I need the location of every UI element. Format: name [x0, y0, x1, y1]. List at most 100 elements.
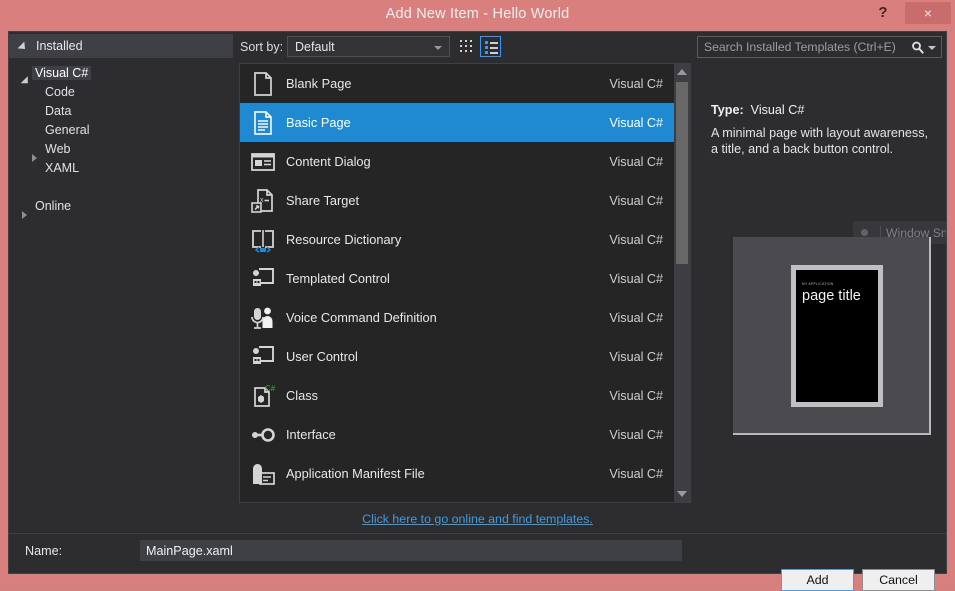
class-icon: C#	[240, 376, 286, 415]
template-name: Application Manifest File	[286, 466, 609, 481]
tree-item-label: XAML	[42, 161, 82, 175]
template-row[interactable]: Voice Command DefinitionVisual C#	[240, 298, 674, 337]
template-language: Visual C#	[609, 311, 674, 325]
template-language: Visual C#	[609, 77, 674, 91]
template-row[interactable]: Templated ControlVisual C#	[240, 259, 674, 298]
add-button[interactable]: Add	[781, 569, 854, 591]
template-name: Content Dialog	[286, 154, 609, 169]
template-name: Class	[286, 388, 609, 403]
template-row[interactable]: xShare TargetVisual C#	[240, 181, 674, 220]
template-row[interactable]: Content DialogVisual C#	[240, 142, 674, 181]
template-language: Visual C#	[609, 428, 674, 442]
share-target-icon: x	[240, 181, 286, 220]
tree-item-label: Data	[42, 104, 74, 118]
online-templates-row: Click here to go online and find templat…	[9, 505, 946, 532]
preview-app-name: MY APPLICATION	[802, 282, 833, 286]
template-preview: MY APPLICATION page title	[733, 237, 931, 435]
template-row[interactable]: Basic PageVisual C#	[240, 103, 674, 142]
template-name: Resource Dictionary	[286, 232, 609, 247]
templates-list: Blank PageVisual C#Basic PageVisual C#Co…	[240, 64, 674, 502]
tree-spacer	[9, 177, 233, 196]
tree-item-label: Code	[42, 85, 78, 99]
template-name: User Control	[286, 349, 609, 364]
online-templates-link[interactable]: Click here to go online and find templat…	[362, 512, 593, 526]
template-language: Visual C#	[609, 389, 674, 403]
type-label: Type:	[711, 103, 744, 117]
tree-item-label: Web	[42, 142, 73, 156]
view-tiles-button[interactable]	[456, 36, 477, 57]
installed-header-label: Installed	[36, 39, 83, 53]
search-icon	[911, 40, 925, 55]
tree-item-xaml[interactable]: XAML	[9, 158, 233, 177]
dialog-body: Installed Sort by: Default	[8, 31, 947, 574]
template-row[interactable]: InterfaceVisual C#	[240, 415, 674, 454]
scroll-down-button[interactable]	[674, 486, 690, 502]
templates-list-panel: Blank PageVisual C#Basic PageVisual C#Co…	[239, 63, 691, 503]
window-title: Add New Item - Hello World	[0, 0, 955, 28]
add-new-item-dialog-window: Add New Item - Hello World ? × Installed…	[0, 0, 955, 582]
sort-by-dropdown[interactable]: Default	[287, 36, 450, 57]
resource-dictionary-icon	[240, 220, 286, 259]
view-list-button[interactable]	[480, 36, 501, 57]
name-label: Name:	[25, 544, 62, 558]
svg-text:C#: C#	[265, 384, 276, 393]
preview-screen: MY APPLICATION page title	[796, 270, 878, 402]
preview-page-title: page title	[802, 288, 861, 304]
template-language: Visual C#	[609, 233, 674, 247]
template-language: Visual C#	[609, 194, 674, 208]
scrollbar-thumb[interactable]	[676, 82, 688, 264]
tree-item-code[interactable]: Code	[9, 82, 233, 101]
chevron-down-icon[interactable]	[928, 46, 936, 50]
template-row[interactable]: Blank PageVisual C#	[240, 64, 674, 103]
chevron-up-icon	[677, 69, 687, 75]
tree-item-label: Visual C#	[32, 66, 91, 80]
templates-scrollbar[interactable]	[674, 64, 690, 502]
categories-tree: Visual C# Code Data General Web XAML Online	[9, 63, 233, 503]
tree-item-label: Online	[32, 199, 74, 213]
template-name: Share Target	[286, 193, 609, 208]
close-button[interactable]: ×	[905, 2, 951, 24]
template-language: Visual C#	[609, 116, 674, 130]
manifest-file-icon	[240, 454, 286, 493]
search-box[interactable]	[697, 36, 942, 58]
template-row[interactable]: User ControlVisual C#	[240, 337, 674, 376]
template-row[interactable]: C# ClassVisual C#	[240, 376, 674, 415]
title-bar: Add New Item - Hello World ? ×	[0, 0, 955, 28]
template-language: Visual C#	[609, 467, 674, 481]
installed-group-header[interactable]: Installed	[9, 34, 233, 58]
template-name: Templated Control	[286, 271, 609, 286]
tree-item-online[interactable]: Online	[9, 196, 233, 215]
type-value: Visual C#	[751, 103, 805, 117]
cancel-button[interactable]: Cancel	[862, 569, 935, 591]
tree-item-general[interactable]: General	[9, 120, 233, 139]
template-name: Basic Page	[286, 115, 609, 130]
interface-icon	[240, 415, 286, 454]
template-language: Visual C#	[609, 155, 674, 169]
grid-dots-icon	[460, 40, 473, 53]
template-info-panel: Type:Visual C# A minimal page with layou…	[697, 63, 946, 503]
sort-by-label: Sort by:	[240, 40, 283, 54]
sort-by-value: Default	[295, 40, 335, 54]
help-button[interactable]: ?	[866, 0, 900, 26]
templated-control-icon	[240, 259, 286, 298]
tree-item-data[interactable]: Data	[9, 101, 233, 120]
template-row[interactable]: Resource DictionaryVisual C#	[240, 220, 674, 259]
tree-item-label: General	[42, 123, 92, 137]
voice-command-icon	[240, 298, 286, 337]
scroll-up-button[interactable]	[674, 64, 690, 80]
template-language: Visual C#	[609, 272, 674, 286]
template-name: Blank Page	[286, 76, 609, 91]
tree-item-visual-c-[interactable]: Visual C#	[9, 63, 233, 82]
search-input[interactable]	[704, 40, 909, 54]
template-row[interactable]: Application Manifest FileVisual C#	[240, 454, 674, 493]
divider	[9, 533, 946, 534]
content-dialog-icon	[240, 142, 286, 181]
tree-item-web[interactable]: Web	[9, 139, 233, 158]
template-type-line: Type: Visual C#	[711, 103, 804, 117]
template-name: Voice Command Definition	[286, 310, 609, 325]
preview-device-frame: MY APPLICATION page title	[791, 265, 883, 407]
chevron-down-icon	[18, 42, 29, 53]
name-input[interactable]	[140, 540, 682, 561]
basic-page-icon	[240, 103, 286, 142]
blank-page-icon	[240, 64, 286, 103]
